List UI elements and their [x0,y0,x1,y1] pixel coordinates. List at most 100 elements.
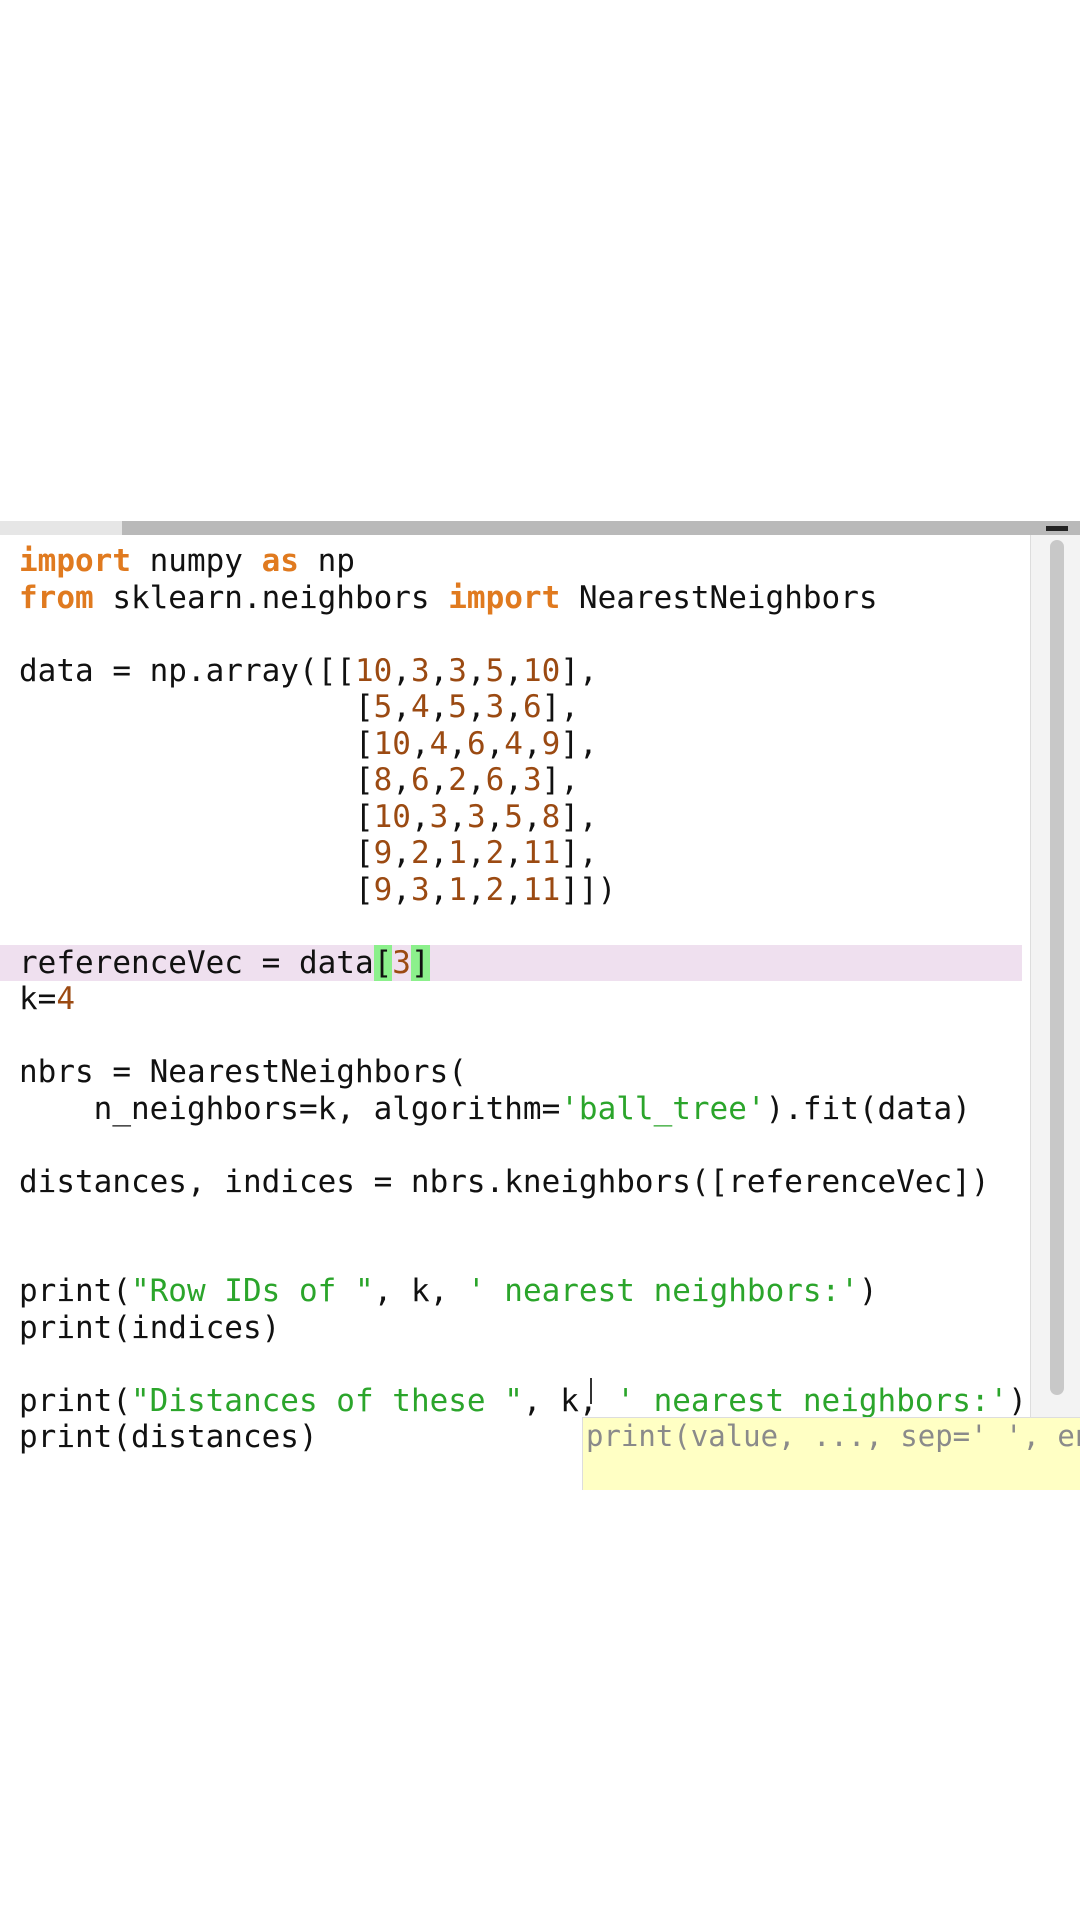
code-token: np [298,543,355,579]
code-token: , [522,798,542,835]
number-token: 3 [448,652,467,689]
code-token: ], [560,652,598,689]
code-token: , [448,725,467,762]
code-line: [8,6,2,6,3], [19,762,579,799]
code-token: ], [541,762,579,798]
code-token: NearestNeighbors [560,579,878,616]
string-token: 'ball_tree' [560,1090,766,1127]
code-token: , [392,835,411,871]
code-line: [5,4,5,3,6], [19,689,579,726]
code-token: ], [560,725,598,762]
string-token: ' nearest neighbors:' [616,1382,1009,1419]
file-tab[interactable] [0,521,122,535]
code-token: [ [19,762,374,798]
calltip-tooltip: print(value, ..., sep=' ', end='\n', fil… [582,1417,1080,1490]
number-token: 10 [354,652,393,689]
number-token: 9 [373,871,393,908]
number-token: 5 [485,652,505,689]
code-token: , [485,798,505,835]
code-line: [9,3,1,2,11]]) [19,872,616,909]
number-token: 4 [504,725,523,762]
code-line: import numpy as np [19,543,355,580]
keyword-token: as [261,543,299,579]
bracket-match-token: ] [410,944,430,981]
code-token: , [504,835,523,871]
number-token: 5 [373,689,393,725]
code-token: , k, [373,1273,467,1309]
number-token: 2 [410,835,430,871]
code-token: , [448,798,467,835]
number-token: 4 [410,689,430,725]
code-token: , [485,725,505,762]
number-token: 6 [485,762,505,798]
code-token: , [504,689,523,725]
number-token: 5 [504,798,523,835]
code-line: [10,3,3,5,8], [19,799,598,836]
code-token: , [466,871,486,908]
code-line: referenceVec = data[3] [19,944,430,982]
code-token: [ [19,798,374,835]
code-token: referenceVec = data [19,944,374,981]
code-token: , [466,689,486,725]
code-token: , [466,652,486,689]
code-token: ) [1008,1383,1022,1419]
scrollbar-thumb[interactable] [1050,540,1064,1395]
bracket-match-token: [ [373,944,393,981]
code-token: , [392,871,411,908]
code-token: [ [19,871,374,908]
number-token: 2 [485,835,505,871]
code-token: , [429,835,449,871]
code-token: print( [19,1273,131,1309]
code-token: , [522,725,542,762]
code-token: , [410,798,430,835]
code-token: distances, indices = nbrs.kneighbors([re… [19,1163,990,1200]
number-token: 11 [522,835,561,871]
string-token: ' nearest neighbors:' [466,1273,859,1309]
number-token: 3 [392,944,411,981]
code-token: ], [560,798,598,835]
code-token: , k, [522,1382,617,1419]
code-line: distances, indices = nbrs.kneighbors([re… [19,1164,990,1201]
number-token: 1 [448,871,467,908]
code-token: , [466,835,486,871]
code-token: numpy [130,543,262,579]
number-token: 6 [410,762,430,798]
code-token: , [410,725,430,762]
code-line: print("Distances of these ", k, ' neares… [19,1383,1022,1420]
code-token: , [466,762,486,798]
code-token: , [392,652,411,689]
number-token: 3 [522,762,542,798]
code-token: , [504,871,523,908]
code-token: , [429,871,449,908]
number-token: 3 [410,652,430,689]
number-token: 1 [448,835,467,871]
number-token: 9 [541,725,561,762]
string-token: "Distances of these " [130,1382,523,1419]
number-token: 3 [429,798,449,835]
number-token: 11 [522,871,561,908]
number-token: 2 [448,762,467,798]
code-line: data = np.array([[10,3,3,5,10], [19,653,598,690]
code-token: , [392,689,411,725]
number-token: 6 [522,689,542,725]
code-token: ).fit(data) [765,1090,971,1127]
code-line: print(distances) [19,1419,318,1456]
code-token: , [429,762,449,798]
code-line: [9,2,1,2,11], [19,835,598,872]
number-token: 3 [485,689,505,725]
number-token: 10 [373,798,411,835]
minimize-icon[interactable] [1046,526,1068,531]
code-token: ]]) [560,871,617,908]
code-editor[interactable]: import numpy as np from sklearn.neighbors… [0,535,1022,1490]
code-line: k=4 [19,981,75,1018]
keyword-token: import [448,579,561,616]
code-token: nbrs = NearestNeighbors( [19,1054,467,1090]
code-token: , [429,652,449,689]
number-token: 10 [373,725,411,762]
number-token: 6 [466,725,486,762]
number-token: 3 [410,871,430,908]
number-token: 10 [522,652,561,689]
code-token: print( [19,1382,131,1419]
code-token: , [504,762,523,798]
code-token: print(distances) [19,1419,318,1455]
